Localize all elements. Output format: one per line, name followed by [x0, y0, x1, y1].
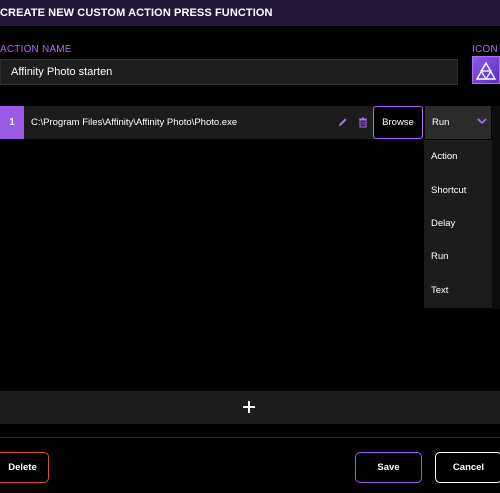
- delete-button[interactable]: Delete: [0, 452, 49, 483]
- step-type-value: Run: [432, 117, 450, 128]
- plus-icon: [243, 401, 255, 413]
- step-type-dropdown: Action Shortcut Delay Run Text: [424, 140, 492, 308]
- dropdown-option-delay[interactable]: Delay: [431, 218, 455, 229]
- step-number: 1: [0, 106, 24, 139]
- save-button[interactable]: Save: [355, 452, 422, 483]
- dropdown-scrollbar[interactable]: [492, 106, 500, 309]
- chevron-down-icon: [477, 118, 487, 125]
- dialog-title-bar: CREATE NEW CUSTOM ACTION PRESS FUNCTION: [0, 0, 500, 26]
- dropdown-option-action[interactable]: Action: [431, 151, 457, 162]
- cancel-button[interactable]: Cancel: [435, 452, 500, 483]
- action-name-input[interactable]: Affinity Photo starten: [0, 59, 458, 85]
- step-row: 1 C:\Program Files\Affinity\Affinity Pho…: [0, 106, 420, 139]
- pencil-icon[interactable]: [338, 117, 348, 127]
- dropdown-option-run[interactable]: Run: [431, 251, 448, 262]
- trash-icon[interactable]: [358, 117, 368, 128]
- step-path: C:\Program Files\Affinity\Affinity Photo…: [31, 117, 238, 128]
- icon-label: ICON: [472, 44, 498, 55]
- footer-divider: [0, 437, 500, 438]
- dropdown-option-shortcut[interactable]: Shortcut: [431, 185, 466, 196]
- dialog-title: CREATE NEW CUSTOM ACTION PRESS FUNCTION: [0, 7, 273, 19]
- action-name-label: ACTION NAME: [0, 44, 72, 55]
- browse-button[interactable]: Browse: [373, 106, 423, 139]
- action-name-value: Affinity Photo starten: [11, 66, 113, 78]
- dropdown-option-text[interactable]: Text: [431, 285, 448, 296]
- icon-picker[interactable]: [472, 56, 500, 84]
- step-type-select[interactable]: Run: [425, 106, 491, 139]
- affinity-photo-icon: [475, 61, 497, 81]
